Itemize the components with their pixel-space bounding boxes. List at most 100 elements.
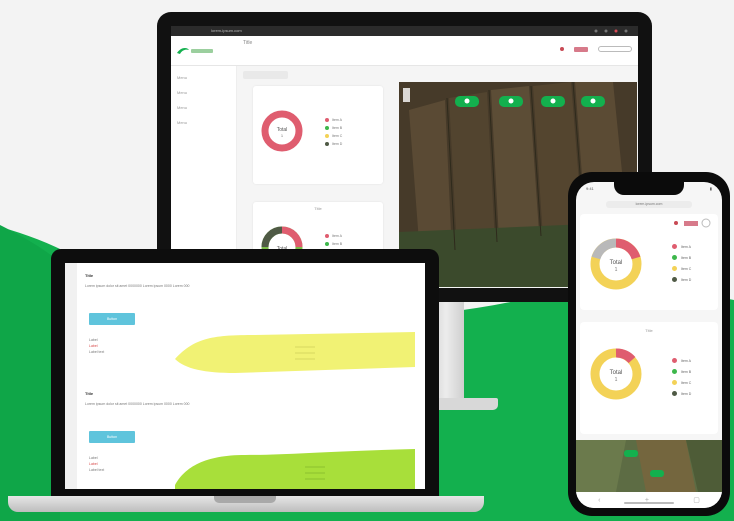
legend-label: Item C bbox=[681, 380, 692, 385]
donut-value: 1 bbox=[281, 133, 284, 138]
chart-legend: Item A Item B Item C Item D bbox=[672, 244, 691, 288]
laptop-sidebar bbox=[65, 263, 77, 489]
chart-legend: Item A Item B Item C Item D bbox=[325, 118, 342, 150]
phone-field-map[interactable] bbox=[576, 440, 722, 492]
legend-label: Item D bbox=[681, 277, 692, 282]
brand-logo bbox=[177, 48, 213, 54]
header-actions bbox=[560, 46, 632, 52]
browser-bar: lorem-ipsum.com bbox=[171, 26, 638, 36]
browser-url[interactable]: lorem-ipsum.com bbox=[211, 28, 242, 33]
donut-label: Total bbox=[610, 260, 623, 266]
legend-item: Item C bbox=[672, 380, 691, 385]
legend-item: Item C bbox=[325, 134, 342, 138]
flag-icon[interactable] bbox=[574, 46, 588, 52]
breadcrumb bbox=[243, 71, 288, 79]
legend-item: Item D bbox=[325, 142, 342, 146]
legend-label: Item A bbox=[681, 244, 691, 249]
phone-bottom-nav: ‹ + ▢ bbox=[576, 492, 722, 508]
chart-legend: Item A Item B bbox=[325, 234, 342, 250]
report-section: Title Lorem ipsum dolor sit amet 0000000… bbox=[85, 391, 415, 489]
donut-chart: Total 1 bbox=[590, 238, 642, 290]
menu-icon[interactable]: ▢ bbox=[693, 496, 700, 504]
legend-label: Item C bbox=[681, 266, 692, 271]
legend-label: Item B bbox=[332, 242, 343, 246]
legend-item: Item C bbox=[672, 266, 691, 271]
laptop-notch bbox=[214, 496, 276, 503]
summary-card: Total 1 Item A Item B Item C Item D bbox=[253, 86, 383, 184]
legend-item: Item B bbox=[325, 242, 342, 246]
map-marker-icon[interactable] bbox=[581, 96, 605, 107]
map-marker-icon[interactable] bbox=[650, 470, 664, 477]
map-zoom-control[interactable] bbox=[403, 88, 410, 102]
legend-label: Item A bbox=[681, 358, 691, 363]
battery-icon: ▮ bbox=[709, 186, 712, 191]
status-time: 9:41 bbox=[586, 186, 594, 191]
card-title: Title bbox=[645, 328, 653, 333]
map-marker-icon[interactable] bbox=[455, 96, 479, 107]
donut-chart: Total 1 bbox=[261, 110, 303, 152]
sidebar-item[interactable]: Menu bbox=[177, 75, 230, 81]
card-title bbox=[253, 90, 383, 95]
area-chart bbox=[175, 449, 415, 489]
sidebar-item[interactable]: Menu bbox=[177, 90, 230, 96]
page-title: Title bbox=[243, 40, 253, 46]
phone-url-bar[interactable]: lorem-ipsum.com bbox=[606, 201, 692, 208]
bell-icon[interactable] bbox=[560, 47, 564, 51]
legend-label: Item A bbox=[332, 118, 342, 122]
donut-label: Total bbox=[610, 370, 623, 376]
app-header: Title bbox=[171, 36, 638, 66]
laptop: Title Lorem ipsum dolor sit amet 0000000… bbox=[51, 249, 439, 499]
sidebar-item[interactable]: Menu bbox=[177, 105, 230, 111]
flag-icon bbox=[684, 221, 698, 226]
header-actions bbox=[674, 218, 711, 228]
phone-notch bbox=[614, 182, 684, 195]
bell-icon bbox=[674, 221, 678, 225]
summary-card: Total 1 Item A Item B Item C Item D bbox=[580, 214, 718, 310]
chart-legend: Item A Item B Item C Item D bbox=[672, 358, 691, 402]
section-title: Title bbox=[85, 391, 94, 396]
sidebar-item[interactable]: Menu bbox=[177, 120, 230, 126]
legend-label: Item D bbox=[332, 142, 343, 146]
donut-value: 1 bbox=[615, 267, 618, 273]
area-chart bbox=[175, 332, 415, 373]
map-marker-icon[interactable] bbox=[499, 96, 523, 107]
legend-item: Item B bbox=[672, 255, 691, 260]
legend-label: Item C bbox=[332, 134, 343, 138]
map-marker-icon[interactable] bbox=[624, 450, 638, 457]
user-icon bbox=[701, 218, 711, 228]
section-labels: Label Label Label text bbox=[89, 456, 105, 472]
legend-label: Item B bbox=[681, 369, 692, 374]
legend-item: Item D bbox=[672, 277, 691, 282]
satellite-map-image bbox=[576, 440, 722, 492]
legend-label: Item B bbox=[332, 126, 343, 130]
legend-item: Item A bbox=[325, 234, 342, 238]
legend-label: Item B bbox=[681, 255, 692, 260]
summary-card: Title Total 1 Item A Item B Item C Item … bbox=[580, 322, 718, 434]
device-mockup-stage: lorem-ipsum.com Title Menu Menu Menu Men… bbox=[0, 0, 734, 521]
legend-label: Item A bbox=[332, 234, 342, 238]
donut-chart: Total 1 bbox=[590, 348, 642, 400]
smartphone: 9:41 ▮ lorem-ipsum.com Total 1 Item A It… bbox=[568, 172, 730, 516]
section-button[interactable]: Button bbox=[89, 431, 135, 443]
browser-controls-icon bbox=[594, 29, 628, 33]
legend-item: Item A bbox=[672, 358, 691, 363]
section-summary: Lorem ipsum dolor sit amet 0000000 Lorem… bbox=[85, 284, 190, 288]
back-icon[interactable]: ‹ bbox=[598, 497, 600, 504]
legend-item: Item D bbox=[672, 391, 691, 396]
map-marker-icon[interactable] bbox=[541, 96, 565, 107]
section-summary: Lorem ipsum dolor sit amet 0000000 Lorem… bbox=[85, 402, 190, 406]
legend-item: Item B bbox=[325, 126, 342, 130]
section-labels: Label Label Label text bbox=[89, 338, 105, 354]
section-title: Title bbox=[85, 273, 94, 278]
donut-value: 1 bbox=[615, 377, 618, 383]
phone-screen: 9:41 ▮ lorem-ipsum.com Total 1 Item A It… bbox=[576, 182, 722, 508]
legend-item: Item A bbox=[672, 244, 691, 249]
legend-label: Item D bbox=[681, 391, 692, 396]
home-indicator bbox=[624, 502, 674, 504]
section-button[interactable]: Button bbox=[89, 313, 135, 325]
laptop-screen: Title Lorem ipsum dolor sit amet 0000000… bbox=[65, 263, 425, 489]
report-section: Title Lorem ipsum dolor sit amet 0000000… bbox=[85, 273, 415, 373]
legend-item: Item B bbox=[672, 369, 691, 374]
user-icon[interactable] bbox=[598, 46, 632, 52]
legend-item: Item A bbox=[325, 118, 342, 122]
